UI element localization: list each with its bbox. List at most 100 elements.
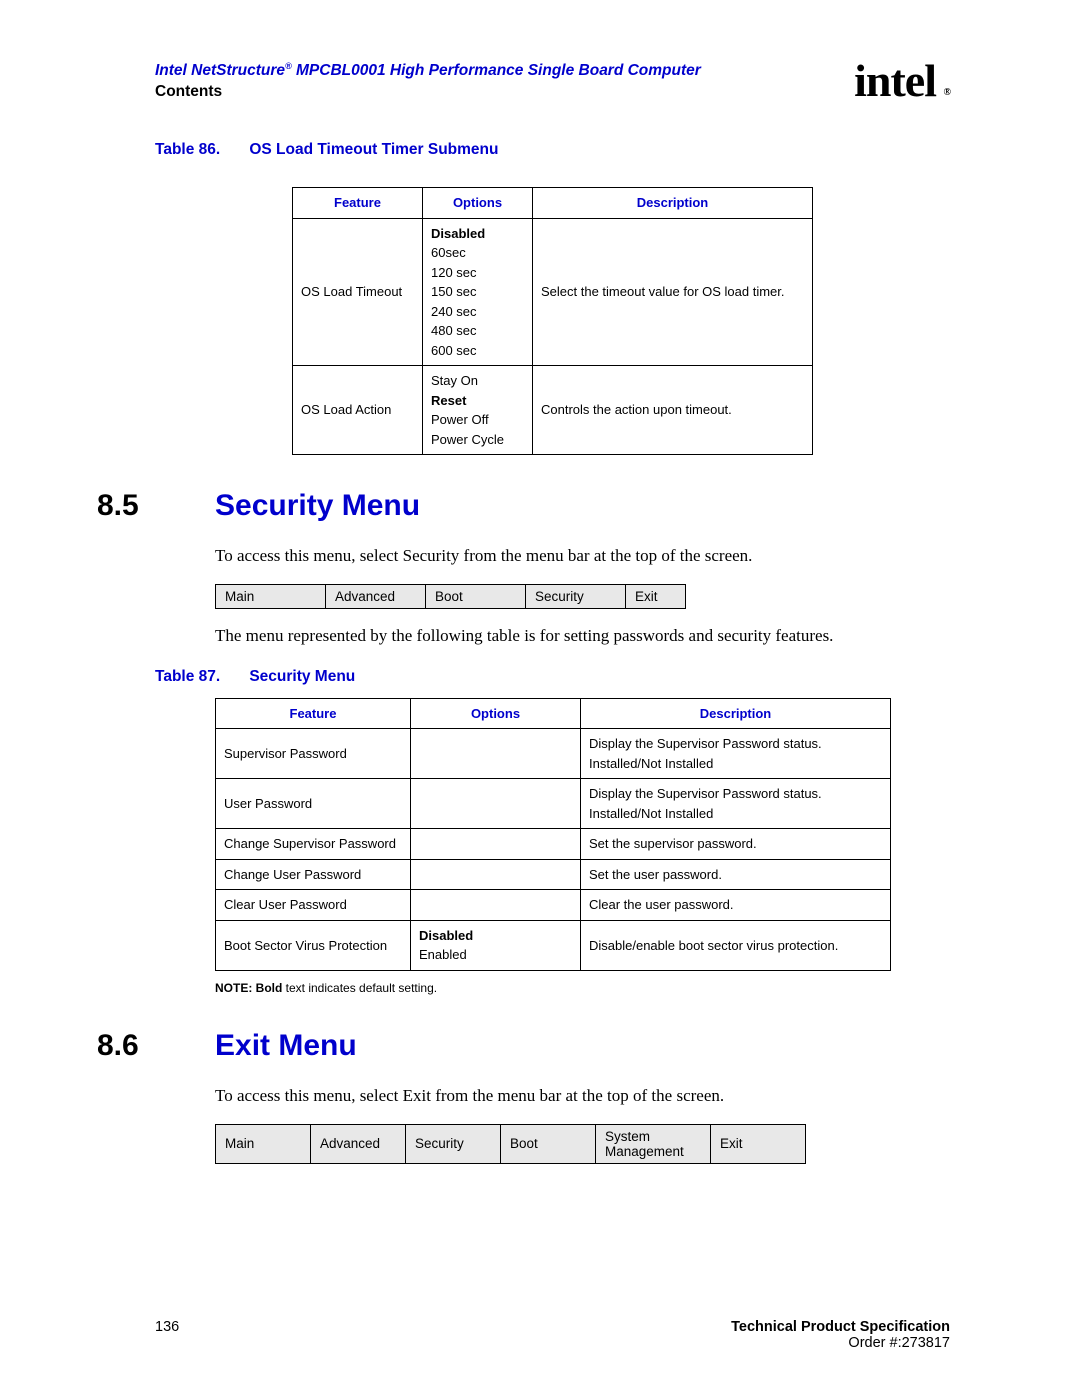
cell-feature: Change User Password [216,859,411,890]
opt: 480 sec [431,323,477,338]
os-load-table: Feature Options Description OS Load Time… [292,187,813,455]
cell-feature: OS Load Action [293,366,423,455]
menubar-item: Exit [626,584,686,608]
section-num: 8.6 [97,1029,215,1063]
cell-desc: Set the user password. [581,859,891,890]
menubar-item: Exit [711,1124,806,1163]
opt: Enabled [419,947,467,962]
reg-mark: ® [285,61,292,71]
doc-title: Intel NetStructure® MPCBL0001 High Perfo… [155,62,701,79]
cell-desc: Set the supervisor password. [581,829,891,860]
col-description: Description [581,698,891,729]
section-86-heading: 8.6 Exit Menu [97,1029,950,1063]
page-header: Intel NetStructure® MPCBL0001 High Perfo… [155,60,950,103]
menubar-item: Boot [426,584,526,608]
header-text-block: Intel NetStructure® MPCBL0001 High Perfo… [155,60,701,103]
intel-logo: intel® [854,60,950,101]
para-security-intro: To access this menu, select Security fro… [215,545,950,568]
cell-options [411,779,581,829]
security-menu-table: Feature Options Description Supervisor P… [215,698,891,971]
menubar-item: Main [216,584,326,608]
cell-options: Disabled Enabled [411,920,581,970]
cell-feature: Boot Sector Virus Protection [216,920,411,970]
table-row: OS Load Action Stay On Reset Power Off P… [293,366,813,455]
table86-title: OS Load Timeout Timer Submenu [249,141,498,158]
menubar-item: Security [406,1124,501,1163]
note-rest: text indicates default setting. [282,981,437,995]
cell-options [411,859,581,890]
cell-feature: Clear User Password [216,890,411,921]
menubar-row: Main Advanced Security Boot System Manag… [216,1124,806,1163]
intel-logo-text: intel [854,55,936,106]
doc-subtitle: Contents [155,83,222,100]
opt: Stay On [431,373,478,388]
table87-caption: Table 87. Security Menu [155,668,950,686]
menubar-item: Advanced [326,584,426,608]
table-header-row: Feature Options Description [216,698,891,729]
table-row: User Password Display the Supervisor Pas… [216,779,891,829]
cell-desc: Controls the action upon timeout. [533,366,813,455]
para-exit-intro: To access this menu, select Exit from th… [215,1085,950,1108]
opt: Power Off [431,412,489,427]
table-row: Boot Sector Virus Protection Disabled En… [216,920,891,970]
opt: Disabled [419,928,473,943]
cell-feature: OS Load Timeout [293,218,423,366]
section-title: Security Menu [215,489,420,523]
table-header-row: Feature Options Description [293,188,813,219]
note-bold: NOTE: Bold [215,981,282,995]
cell-options: Stay On Reset Power Off Power Cycle [423,366,533,455]
table-row: Supervisor Password Display the Supervis… [216,729,891,779]
cell-options [411,890,581,921]
page-footer: 136 Technical Product Specification Orde… [155,1319,950,1351]
menubar-item: Main [216,1124,311,1163]
doc-title-post: MPCBL0001 High Performance Single Board … [292,62,701,79]
table86-caption: Table 86. OS Load Timeout Timer Submenu [155,141,950,159]
cell-desc: Display the Supervisor Password status. … [581,779,891,829]
cell-options [411,829,581,860]
table86-num: Table 86. [155,141,245,159]
cell-feature: Change Supervisor Password [216,829,411,860]
menubar-item: Security [526,584,626,608]
menubar-exit: Main Advanced Security Boot System Manag… [215,1124,806,1164]
opt: 60sec [431,245,466,260]
cell-options [411,729,581,779]
cell-desc: Display the Supervisor Password status. … [581,729,891,779]
opt: 240 sec [431,304,477,319]
table87-note: NOTE: Bold text indicates default settin… [215,981,950,995]
col-options: Options [411,698,581,729]
table-row: Change Supervisor Password Set the super… [216,829,891,860]
cell-options: Disabled 60sec 120 sec 150 sec 240 sec 4… [423,218,533,366]
opt: Disabled [431,226,485,241]
section-85-heading: 8.5 Security Menu [97,489,950,523]
col-feature: Feature [216,698,411,729]
cell-desc: Select the timeout value for OS load tim… [533,218,813,366]
cell-feature: Supervisor Password [216,729,411,779]
menubar-item: System Management [596,1124,711,1163]
opt: 600 sec [431,343,477,358]
table-row: Clear User Password Clear the user passw… [216,890,891,921]
table-row: OS Load Timeout Disabled 60sec 120 sec 1… [293,218,813,366]
page-number: 136 [155,1319,179,1335]
cell-feature: User Password [216,779,411,829]
para-security-desc: The menu represented by the following ta… [215,625,950,648]
cell-desc: Disable/enable boot sector virus protect… [581,920,891,970]
opt: 150 sec [431,284,477,299]
footer-tps: Technical Product Specification [731,1319,950,1335]
cell-desc: Clear the user password. [581,890,891,921]
table-row: Change User Password Set the user passwo… [216,859,891,890]
doc-title-pre: Intel NetStructure [155,62,285,79]
col-options: Options [423,188,533,219]
menubar-row: Main Advanced Boot Security Exit [216,584,686,608]
opt: Power Cycle [431,432,504,447]
opt: Reset [431,393,466,408]
section-num: 8.5 [97,489,215,523]
menubar-security: Main Advanced Boot Security Exit [215,584,686,609]
table87-title: Security Menu [249,668,355,685]
footer-right: Technical Product Specification Order #:… [731,1319,950,1351]
opt: 120 sec [431,265,477,280]
menubar-item: Advanced [311,1124,406,1163]
col-description: Description [533,188,813,219]
section-title: Exit Menu [215,1029,357,1063]
col-feature: Feature [293,188,423,219]
intel-reg: ® [944,88,950,97]
